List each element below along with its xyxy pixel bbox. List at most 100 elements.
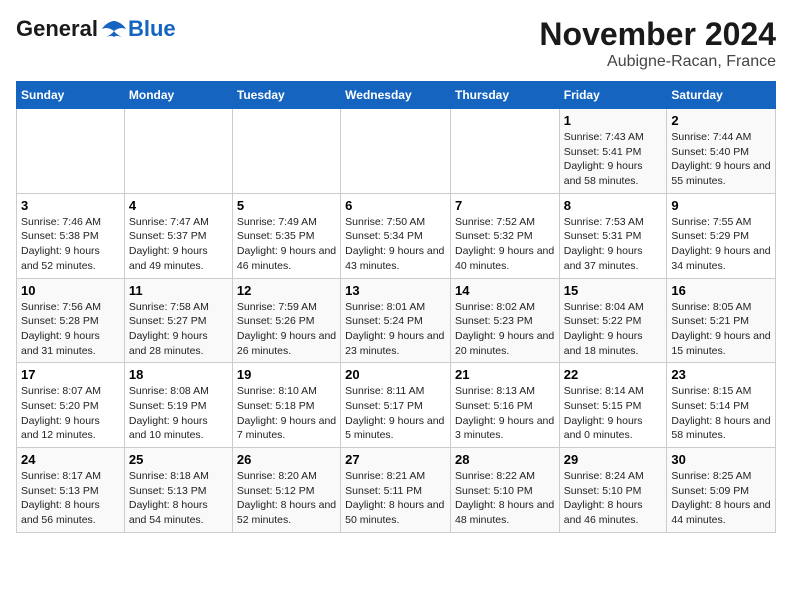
calendar-cell: 5 Sunrise: 7:49 AMSunset: 5:35 PMDaylight… — [232, 193, 340, 278]
day-number: 9 — [671, 198, 771, 213]
calendar-cell: 20 Sunrise: 8:11 AMSunset: 5:17 PMDayligh… — [341, 363, 451, 448]
calendar-table: SundayMondayTuesdayWednesdayThursdayFrid… — [16, 81, 776, 533]
calendar-cell: 25 Sunrise: 8:18 AMSunset: 5:13 PMDayligh… — [124, 448, 232, 533]
calendar-cell: 4 Sunrise: 7:47 AMSunset: 5:37 PMDaylight… — [124, 193, 232, 278]
calendar-cell: 29 Sunrise: 8:24 AMSunset: 5:10 PMDayligh… — [559, 448, 667, 533]
day-number: 28 — [455, 452, 555, 467]
day-info: Sunrise: 7:53 AMSunset: 5:31 PMDaylight:… — [564, 215, 663, 274]
location-subtitle: Aubigne-Racan, France — [539, 53, 776, 71]
day-info: Sunrise: 7:55 AMSunset: 5:29 PMDaylight:… — [671, 215, 771, 274]
day-number: 25 — [129, 452, 228, 467]
calendar-week-5: 24 Sunrise: 8:17 AMSunset: 5:13 PMDayligh… — [17, 448, 776, 533]
calendar-cell: 18Sunrise: 8:08 AMSunset: 5:19 PMDayligh… — [124, 363, 232, 448]
day-info: Sunrise: 8:17 AMSunset: 5:13 PMDaylight:… — [21, 469, 120, 528]
day-info: Sunrise: 8:25 AMSunset: 5:09 PMDaylight:… — [671, 469, 771, 528]
day-info: Sunrise: 7:59 AMSunset: 5:26 PMDaylight:… — [237, 300, 336, 359]
day-number: 21 — [455, 367, 555, 382]
day-number: 22 — [564, 367, 663, 382]
day-number: 29 — [564, 452, 663, 467]
day-info: Sunrise: 8:22 AMSunset: 5:10 PMDaylight:… — [455, 469, 555, 528]
day-number: 6 — [345, 198, 446, 213]
day-info: Sunrise: 8:24 AMSunset: 5:10 PMDaylight:… — [564, 469, 663, 528]
day-number: 30 — [671, 452, 771, 467]
calendar-cell: 17 Sunrise: 8:07 AMSunset: 5:20 PMDayligh… — [17, 363, 125, 448]
day-info: Sunrise: 7:50 AMSunset: 5:34 PMDaylight:… — [345, 215, 446, 274]
day-info: Sunrise: 8:05 AMSunset: 5:21 PMDaylight:… — [671, 300, 771, 359]
calendar-cell: 12 Sunrise: 7:59 AMSunset: 5:26 PMDayligh… — [232, 278, 340, 363]
logo-blue-text: Blue — [128, 16, 176, 42]
calendar-cell: 9 Sunrise: 7:55 AMSunset: 5:29 PMDaylight… — [667, 193, 776, 278]
day-number: 4 — [129, 198, 228, 213]
day-number: 13 — [345, 283, 446, 298]
day-info: Sunrise: 8:18 AMSunset: 5:13 PMDaylight:… — [129, 469, 228, 528]
calendar-cell: 2 Sunrise: 7:44 AMSunset: 5:40 PMDaylight… — [667, 109, 776, 194]
day-number: 18 — [129, 367, 228, 382]
day-number: 15 — [564, 283, 663, 298]
calendar-cell: 26 Sunrise: 8:20 AMSunset: 5:12 PMDayligh… — [232, 448, 340, 533]
day-info: Sunrise: 7:44 AMSunset: 5:40 PMDaylight:… — [671, 130, 771, 189]
calendar-cell: 16Sunrise: 8:05 AMSunset: 5:21 PMDayligh… — [667, 278, 776, 363]
day-info: Sunrise: 8:01 AMSunset: 5:24 PMDaylight:… — [345, 300, 446, 359]
calendar-header-row: SundayMondayTuesdayWednesdayThursdayFrid… — [17, 82, 776, 109]
day-number: 14 — [455, 283, 555, 298]
day-number: 17 — [21, 367, 120, 382]
day-header-thursday: Thursday — [450, 82, 559, 109]
calendar-cell — [450, 109, 559, 194]
calendar-cell: 21Sunrise: 8:13 AMSunset: 5:16 PMDayligh… — [450, 363, 559, 448]
day-info: Sunrise: 8:02 AMSunset: 5:23 PMDaylight:… — [455, 300, 555, 359]
day-number: 23 — [671, 367, 771, 382]
day-header-saturday: Saturday — [667, 82, 776, 109]
month-year-title: November 2024 — [539, 16, 776, 53]
calendar-cell: 11 Sunrise: 7:58 AMSunset: 5:27 PMDayligh… — [124, 278, 232, 363]
day-number: 26 — [237, 452, 336, 467]
day-info: Sunrise: 8:20 AMSunset: 5:12 PMDaylight:… — [237, 469, 336, 528]
calendar-cell: 14 Sunrise: 8:02 AMSunset: 5:23 PMDayligh… — [450, 278, 559, 363]
day-info: Sunrise: 7:43 AMSunset: 5:41 PMDaylight:… — [564, 130, 663, 189]
day-number: 27 — [345, 452, 446, 467]
day-number: 3 — [21, 198, 120, 213]
calendar-cell: 19 Sunrise: 8:10 AMSunset: 5:18 PMDayligh… — [232, 363, 340, 448]
calendar-cell: 28 Sunrise: 8:22 AMSunset: 5:10 PMDayligh… — [450, 448, 559, 533]
day-number: 5 — [237, 198, 336, 213]
calendar-cell — [124, 109, 232, 194]
day-info: Sunrise: 7:49 AMSunset: 5:35 PMDaylight:… — [237, 215, 336, 274]
day-info: Sunrise: 8:11 AMSunset: 5:17 PMDaylight:… — [345, 384, 446, 443]
day-number: 24 — [21, 452, 120, 467]
calendar-cell: 22Sunrise: 8:14 AMSunset: 5:15 PMDayligh… — [559, 363, 667, 448]
day-number: 11 — [129, 283, 228, 298]
calendar-week-4: 17 Sunrise: 8:07 AMSunset: 5:20 PMDayligh… — [17, 363, 776, 448]
calendar-cell: 6 Sunrise: 7:50 AMSunset: 5:34 PMDaylight… — [341, 193, 451, 278]
calendar-cell: 24 Sunrise: 8:17 AMSunset: 5:13 PMDayligh… — [17, 448, 125, 533]
calendar-cell — [341, 109, 451, 194]
calendar-week-3: 10Sunrise: 7:56 AMSunset: 5:28 PMDayligh… — [17, 278, 776, 363]
day-info: Sunrise: 8:04 AMSunset: 5:22 PMDaylight:… — [564, 300, 663, 359]
logo-general-text: General — [16, 16, 98, 42]
day-header-tuesday: Tuesday — [232, 82, 340, 109]
day-info: Sunrise: 7:58 AMSunset: 5:27 PMDaylight:… — [129, 300, 228, 359]
day-header-friday: Friday — [559, 82, 667, 109]
day-number: 19 — [237, 367, 336, 382]
calendar-cell — [232, 109, 340, 194]
day-number: 20 — [345, 367, 446, 382]
logo: General Blue — [16, 16, 176, 42]
calendar-cell: 7Sunrise: 7:52 AMSunset: 5:32 PMDaylight… — [450, 193, 559, 278]
day-number: 2 — [671, 113, 771, 128]
calendar-week-1: 1Sunrise: 7:43 AMSunset: 5:41 PMDaylight… — [17, 109, 776, 194]
day-info: Sunrise: 8:10 AMSunset: 5:18 PMDaylight:… — [237, 384, 336, 443]
calendar-cell: 15 Sunrise: 8:04 AMSunset: 5:22 PMDayligh… — [559, 278, 667, 363]
day-number: 12 — [237, 283, 336, 298]
day-info: Sunrise: 8:07 AMSunset: 5:20 PMDaylight:… — [21, 384, 120, 443]
day-info: Sunrise: 8:15 AMSunset: 5:14 PMDaylight:… — [671, 384, 771, 443]
day-info: Sunrise: 8:21 AMSunset: 5:11 PMDaylight:… — [345, 469, 446, 528]
calendar-cell: 3 Sunrise: 7:46 AMSunset: 5:38 PMDaylight… — [17, 193, 125, 278]
day-info: Sunrise: 7:56 AMSunset: 5:28 PMDaylight:… — [21, 300, 120, 359]
logo-bird-icon — [100, 19, 128, 39]
calendar-cell: 13 Sunrise: 8:01 AMSunset: 5:24 PMDayligh… — [341, 278, 451, 363]
page-header: General Blue November 2024 Aubigne-Racan… — [16, 16, 776, 71]
day-info: Sunrise: 7:47 AMSunset: 5:37 PMDaylight:… — [129, 215, 228, 274]
day-info: Sunrise: 7:46 AMSunset: 5:38 PMDaylight:… — [21, 215, 120, 274]
calendar-cell: 10Sunrise: 7:56 AMSunset: 5:28 PMDayligh… — [17, 278, 125, 363]
day-number: 7 — [455, 198, 555, 213]
calendar-cell: 27 Sunrise: 8:21 AMSunset: 5:11 PMDayligh… — [341, 448, 451, 533]
day-header-sunday: Sunday — [17, 82, 125, 109]
